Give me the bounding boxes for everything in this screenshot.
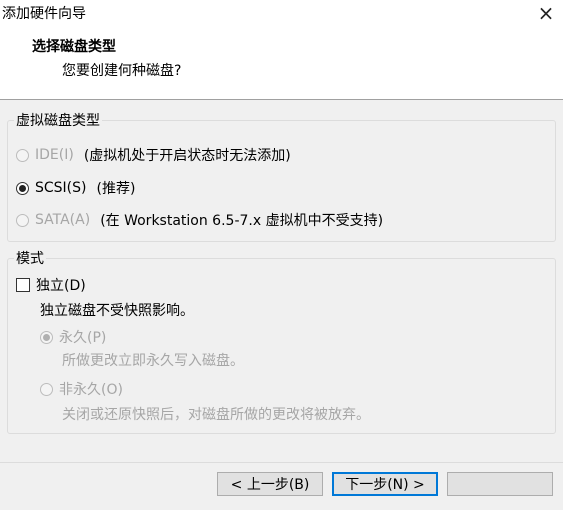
scsi-radio[interactable]	[16, 181, 29, 195]
wizard-footer: < 上一步(B) 下一步(N) >	[0, 463, 563, 510]
nonpersistent-option[interactable]: 非永久(O)	[40, 379, 123, 399]
wizard-body: 虚拟磁盘类型 IDE(I) (虚拟机处于开启状态时无法添加) SCSI(S) (…	[0, 100, 563, 462]
disk-type-legend: 虚拟磁盘类型	[16, 113, 100, 129]
persistent-label: 永久(P)	[59, 330, 107, 346]
option-sata[interactable]: SATA(A) (在 Workstation 6.5-7.x 虚拟机中不受支持)	[16, 210, 383, 230]
ide-radio[interactable]	[16, 148, 29, 162]
ide-note: (虚拟机处于开启状态时无法添加)	[83, 148, 291, 164]
radio-selected-dot	[19, 184, 26, 192]
scsi-label: SCSI(S)	[35, 180, 87, 196]
back-button[interactable]: < 上一步(B)	[217, 472, 323, 496]
nonpersistent-label: 非永久(O)	[59, 382, 123, 398]
cancel-button[interactable]	[447, 472, 553, 496]
persistent-option[interactable]: 永久(P)	[40, 327, 106, 347]
sata-label: SATA(A)	[35, 212, 91, 228]
page-title: 选择磁盘类型	[32, 39, 116, 55]
persistent-radio[interactable]	[40, 330, 53, 344]
window-title: 添加硬件向导	[2, 6, 86, 22]
option-scsi[interactable]: SCSI(S) (推荐)	[16, 178, 135, 198]
independent-label: 独立(D)	[36, 278, 86, 294]
independent-checkbox[interactable]	[16, 278, 30, 292]
title-bar: 添加硬件向导 ×	[0, 0, 563, 26]
scsi-note: (推荐)	[96, 181, 136, 197]
independent-desc: 独立磁盘不受快照影响。	[40, 303, 194, 319]
ide-label: IDE(I)	[35, 147, 74, 163]
sata-note: (在 Workstation 6.5-7.x 虚拟机中不受支持)	[100, 213, 384, 229]
page-subtitle: 您要创建何种磁盘?	[62, 63, 182, 79]
close-button[interactable]: ×	[529, 0, 563, 26]
persistent-desc: 所做更改立即永久写入磁盘。	[62, 353, 244, 369]
sata-radio[interactable]	[16, 213, 29, 227]
option-ide[interactable]: IDE(I) (虚拟机处于开启状态时无法添加)	[16, 145, 291, 165]
independent-option[interactable]: 独立(D)	[16, 275, 86, 295]
mode-legend: 模式	[16, 251, 44, 267]
radio-selected-dot	[43, 333, 50, 341]
next-button[interactable]: 下一步(N) >	[332, 472, 438, 496]
close-icon: ×	[537, 1, 555, 25]
nonpersistent-radio[interactable]	[40, 382, 53, 396]
nonpersistent-desc: 关闭或还原快照后，对磁盘所做的更改将被放弃。	[62, 407, 370, 423]
wizard-header: 选择磁盘类型 您要创建何种磁盘?	[0, 26, 563, 98]
